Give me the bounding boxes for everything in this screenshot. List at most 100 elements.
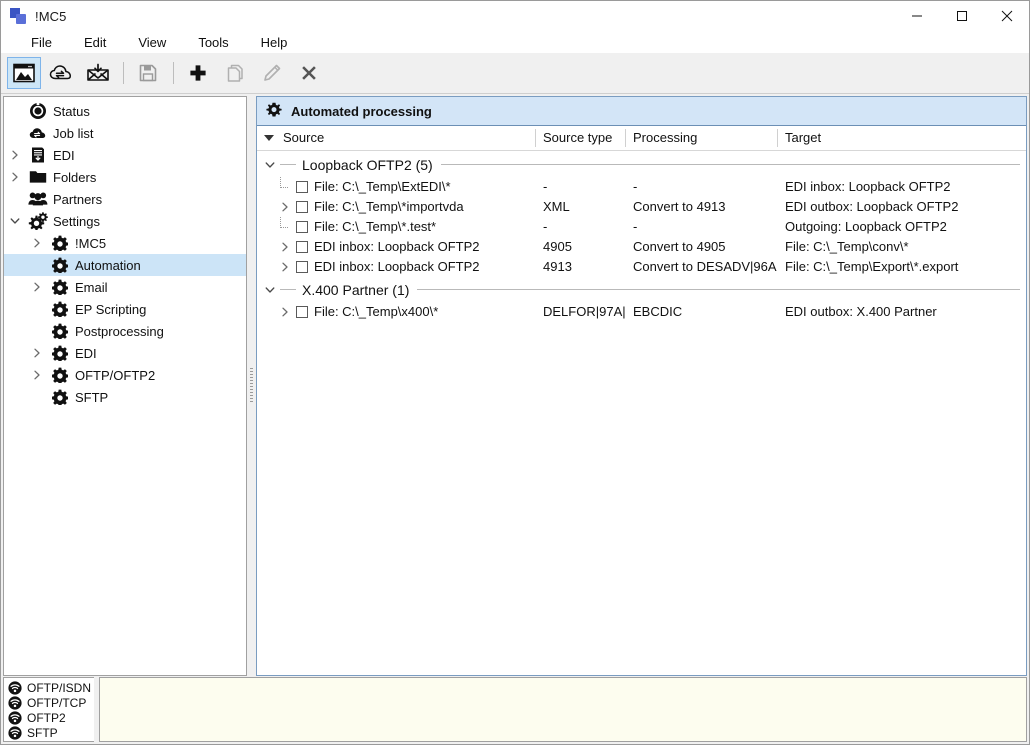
- automated-processing-panel: Automated processing Source Source type …: [256, 96, 1027, 676]
- close-icon[interactable]: [984, 1, 1029, 31]
- title-bar: !MC5: [1, 1, 1029, 31]
- maximize-icon[interactable]: [939, 1, 984, 31]
- row-checkbox[interactable]: [296, 241, 308, 253]
- sidebar-item-settings[interactable]: Settings: [4, 210, 246, 232]
- window-image-icon[interactable]: [7, 57, 41, 89]
- processing-rules-table[interactable]: Loopback OFTP2 (5) File: C:\_Temp\ExtEDI\…: [257, 151, 1026, 675]
- row-checkbox[interactable]: [296, 181, 308, 193]
- table-row[interactable]: File: C:\_Temp\*.test* - - Outgoing: Loopba…: [257, 217, 1026, 237]
- chevron-right-icon[interactable]: [274, 242, 296, 252]
- status-circle-icon: [26, 102, 50, 120]
- chevron-right-icon[interactable]: [26, 370, 48, 380]
- sidebar-item-edi[interactable]: EDI: [4, 144, 246, 166]
- tree-connector: [274, 177, 296, 197]
- row-checkbox[interactable]: [296, 306, 308, 318]
- title-bar-left: !MC5: [1, 8, 66, 24]
- column-header-target[interactable]: Target: [777, 126, 1026, 150]
- column-header-source-type[interactable]: Source type: [535, 126, 625, 150]
- navigation-tree[interactable]: Status Job list EDI Folders Partners Settings…: [3, 96, 247, 676]
- cell-processing: EBCDIC: [633, 304, 683, 319]
- menu-item-help[interactable]: Help: [245, 33, 304, 52]
- cell-target: EDI outbox: Loopback OFTP2: [785, 199, 959, 214]
- chevron-right-icon[interactable]: [26, 348, 48, 358]
- row-checkbox[interactable]: [296, 201, 308, 213]
- save-icon[interactable]: [131, 57, 165, 89]
- column-header-processing[interactable]: Processing: [625, 126, 777, 150]
- cloud-sync-icon[interactable]: [44, 57, 78, 89]
- panel-splitter[interactable]: [247, 94, 256, 676]
- row-checkbox[interactable]: [296, 221, 308, 233]
- delete-x-icon[interactable]: [292, 57, 326, 89]
- status-item-oftp-isdn[interactable]: OFTP/ISDN: [4, 680, 94, 695]
- table-row[interactable]: File: C:\_Temp\ExtEDI\* - - EDI inbox: Loop…: [257, 177, 1026, 197]
- cell-target: Outgoing: Loopback OFTP2: [785, 219, 947, 234]
- edit-pencil-icon[interactable]: [255, 57, 289, 89]
- cell-source: File: C:\_Temp\ExtEDI\*: [257, 177, 535, 197]
- chevron-right-icon[interactable]: [274, 307, 296, 317]
- chevron-right-icon[interactable]: [26, 238, 48, 248]
- add-plus-icon[interactable]: [181, 57, 215, 89]
- minimize-icon[interactable]: [894, 1, 939, 31]
- status-item-oftp-tcp[interactable]: OFTP/TCP: [4, 695, 94, 710]
- table-row[interactable]: File: C:\_Temp\*importvda XML Convert to 4…: [257, 197, 1026, 217]
- sidebar-item-label: OFTP/OFTP2: [75, 367, 156, 383]
- cell-processing: Convert to 4905: [633, 239, 726, 254]
- column-header-source[interactable]: Source: [257, 126, 535, 150]
- menu-item-tools[interactable]: Tools: [182, 33, 244, 52]
- chevron-right-icon[interactable]: [274, 262, 296, 272]
- gear-icon: [48, 301, 72, 317]
- chevron-right-icon[interactable]: [4, 150, 26, 160]
- chevron-right-icon[interactable]: [274, 202, 296, 212]
- tree-connector: [274, 217, 296, 237]
- chevron-down-icon[interactable]: [262, 160, 278, 170]
- mail-receive-icon[interactable]: [81, 57, 115, 89]
- chevron-right-icon[interactable]: [4, 172, 26, 182]
- table-row[interactable]: EDI inbox: Loopback OFTP2 4913 Convert to …: [257, 257, 1026, 277]
- menu-item-edit[interactable]: Edit: [68, 33, 122, 52]
- menu-item-file[interactable]: File: [15, 33, 68, 52]
- sidebar-item-oftp-oftp2[interactable]: OFTP/OFTP2: [4, 364, 246, 386]
- sidebar-item-partners[interactable]: Partners: [4, 188, 246, 210]
- table-group-header[interactable]: Loopback OFTP2 (5): [257, 152, 1026, 177]
- chevron-down-icon[interactable]: [262, 285, 278, 295]
- status-item-sftp[interactable]: SFTP: [4, 726, 94, 741]
- table-row[interactable]: File: C:\_Temp\x400\* DELFOR|97A| EBCDIC ED…: [257, 302, 1026, 322]
- sidebar-item-ep-scripting[interactable]: EP Scripting: [4, 298, 246, 320]
- group-rule-right: [440, 164, 1020, 165]
- table-group-header[interactable]: X.400 Partner (1): [257, 277, 1026, 302]
- status-item-oftp2[interactable]: OFTP2: [4, 711, 94, 726]
- sidebar-item-automation[interactable]: Automation: [4, 254, 246, 276]
- splitter-grip: [250, 368, 253, 402]
- toolbar: [1, 53, 1029, 94]
- sidebar-item-sftp[interactable]: SFTP: [4, 386, 246, 408]
- protocol-status-list[interactable]: OFTP/ISDN OFTP/TCP OFTP2 SFTP: [3, 677, 94, 742]
- cell-source-text: File: C:\_Temp\*importvda: [314, 199, 464, 214]
- menu-item-view[interactable]: View: [122, 33, 182, 52]
- sidebar-item-postprocessing[interactable]: Postprocessing: [4, 320, 246, 342]
- gear-icon: [48, 345, 72, 361]
- group-rule-left: [280, 164, 296, 165]
- sidebar-item-email[interactable]: Email: [4, 276, 246, 298]
- cell-processing: Convert to DESADV|96A|: [633, 259, 777, 274]
- cell-source: File: C:\_Temp\x400\*: [257, 302, 535, 322]
- sidebar-item-edi[interactable]: EDI: [4, 342, 246, 364]
- row-checkbox[interactable]: [296, 261, 308, 273]
- sidebar-item-status[interactable]: Status: [4, 100, 246, 122]
- log-panel[interactable]: [99, 677, 1027, 742]
- chevron-down-icon[interactable]: [4, 216, 26, 226]
- sidebar-item-mc5[interactable]: !MC5: [4, 232, 246, 254]
- cell-source-text: EDI inbox: Loopback OFTP2: [314, 259, 480, 274]
- panel-header: Automated processing: [257, 97, 1026, 126]
- sidebar-item-label: Partners: [53, 191, 103, 207]
- copy-page-icon[interactable]: [218, 57, 252, 89]
- table-row[interactable]: EDI inbox: Loopback OFTP2 4905 Convert to …: [257, 237, 1026, 257]
- signal-icon: [8, 696, 22, 710]
- status-item-label: OFTP2: [27, 711, 66, 726]
- sidebar-item-folders[interactable]: Folders: [4, 166, 246, 188]
- sidebar-item-job-list[interactable]: Job list: [4, 122, 246, 144]
- sidebar-item-label: Settings: [53, 213, 100, 229]
- cell-target: EDI inbox: Loopback OFTP2: [785, 179, 951, 194]
- cell-source-text: EDI inbox: Loopback OFTP2: [314, 239, 480, 254]
- sort-descending-icon: [264, 135, 274, 141]
- chevron-right-icon[interactable]: [26, 282, 48, 292]
